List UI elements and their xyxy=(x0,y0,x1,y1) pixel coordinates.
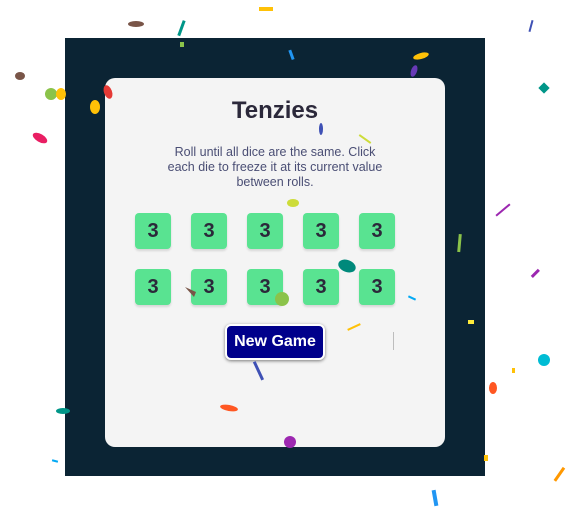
confetti-piece xyxy=(528,19,534,33)
confetti-piece xyxy=(177,20,186,37)
die[interactable]: 3 xyxy=(135,213,171,249)
confetti-piece xyxy=(15,72,25,80)
dice-grid: 3 3 3 3 3 3 3 3 3 3 xyxy=(135,213,415,305)
confetti-piece xyxy=(259,7,273,11)
die[interactable]: 3 xyxy=(135,269,171,305)
confetti-piece xyxy=(32,132,48,144)
confetti-piece xyxy=(431,489,439,507)
confetti-piece xyxy=(553,466,566,482)
confetti-piece xyxy=(489,382,497,394)
die[interactable]: 3 xyxy=(191,213,227,249)
game-card: Tenzies Roll until all dice are the same… xyxy=(105,78,445,447)
new-game-button[interactable]: New Game xyxy=(225,324,325,360)
confetti-piece xyxy=(538,82,550,94)
die[interactable]: 3 xyxy=(247,269,283,305)
die[interactable]: 3 xyxy=(247,213,283,249)
die[interactable]: 3 xyxy=(303,213,339,249)
confetti-piece xyxy=(495,203,511,217)
confetti-piece xyxy=(538,354,550,366)
instructions-text: Roll until all dice are the same. Click … xyxy=(167,145,383,189)
confetti-piece xyxy=(530,268,540,278)
die[interactable]: 3 xyxy=(191,269,227,305)
confetti-piece xyxy=(128,21,144,27)
die[interactable]: 3 xyxy=(359,269,395,305)
page-title: Tenzies xyxy=(231,97,319,124)
confetti-piece xyxy=(51,459,59,463)
confetti-piece xyxy=(45,88,57,100)
confetti-piece xyxy=(512,368,515,373)
die[interactable]: 3 xyxy=(359,213,395,249)
die[interactable]: 3 xyxy=(303,269,339,305)
